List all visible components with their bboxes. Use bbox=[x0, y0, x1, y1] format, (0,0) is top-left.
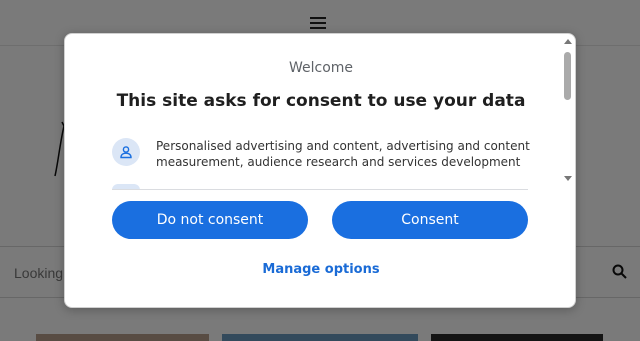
consent-button[interactable]: Consent bbox=[332, 201, 528, 239]
scroll-down-arrow-icon[interactable] bbox=[564, 176, 572, 181]
page: Welcome This site asks for consent to us… bbox=[0, 0, 640, 341]
divider bbox=[112, 189, 528, 190]
scroll-up-arrow-icon[interactable] bbox=[564, 39, 572, 44]
consent-dialog: Welcome This site asks for consent to us… bbox=[64, 33, 576, 308]
dialog-welcome: Welcome bbox=[288, 60, 354, 76]
manage-options-link[interactable]: Manage options bbox=[65, 262, 575, 277]
dialog-headline: This site asks for consent to use your d… bbox=[116, 91, 526, 111]
purpose-description: Personalised advertising and content, ad… bbox=[156, 139, 530, 169]
person-icon bbox=[112, 138, 140, 166]
do-not-consent-button[interactable]: Do not consent bbox=[112, 201, 308, 239]
